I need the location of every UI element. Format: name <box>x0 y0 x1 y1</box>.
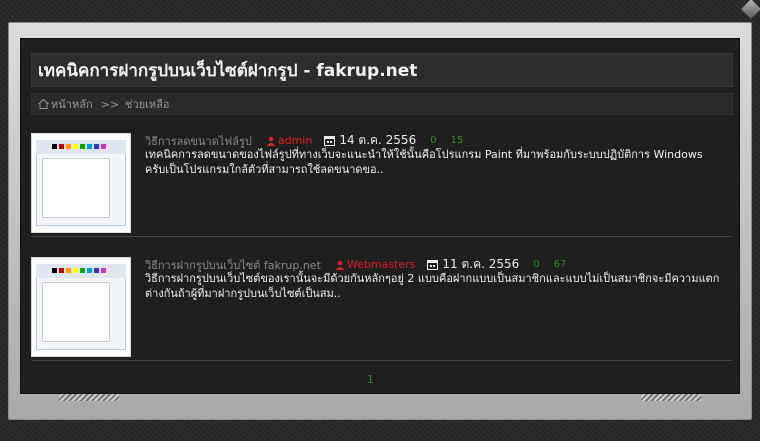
article-author-name: Webmasters <box>346 258 416 271</box>
user-icon <box>335 260 345 270</box>
content-panel: เทคนิคการฝากรูปบนเว็บไซต์ฝากรูป - fakrup… <box>20 38 740 394</box>
article-excerpt: เทคนิคการลดขนาดของไฟล์รูปที่ทางเว็บจะแนะ… <box>145 148 703 176</box>
divider <box>31 236 733 237</box>
frame-decoration <box>59 393 119 401</box>
article-item: วิธีการฝากรูปบนเว็บไซต์ fakrup.net Webma… <box>31 255 733 365</box>
page-title: เทคนิคการฝากรูปบนเว็บไซต์ฝากรูป - fakrup… <box>38 60 418 81</box>
article-thumbnail[interactable] <box>31 133 131 233</box>
breadcrumb-home-link[interactable]: หน้าหลัก <box>51 95 93 113</box>
article-excerpt: วิธีการฝากรูปบนเว็บไซต์ของเรานั้นจะมีด้ว… <box>145 272 720 300</box>
frame-decoration <box>641 393 701 401</box>
article-count-b: 15 <box>450 135 464 146</box>
breadcrumb: หน้าหลัก >> ช่วยเหลือ <box>31 93 733 115</box>
article-author-name: admin <box>277 134 313 147</box>
article-count-a: 0 <box>533 259 540 270</box>
calendar-icon <box>324 136 336 146</box>
calendar-icon <box>427 260 439 270</box>
user-icon <box>266 136 276 146</box>
breadcrumb-current[interactable]: ช่วยเหลือ <box>125 95 169 113</box>
page-title-bar: เทคนิคการฝากรูปบนเว็บไซต์ฝากรูป - fakrup… <box>31 53 733 87</box>
article-thumbnail[interactable] <box>31 257 131 357</box>
corner-ornament <box>741 0 760 19</box>
breadcrumb-separator: >> <box>100 97 120 111</box>
article-item: วิธีการลดขนาดไฟล์รูป admin 14 ต.ค. 2556 … <box>31 131 733 241</box>
article-author[interactable]: admin <box>266 134 312 147</box>
home-icon <box>38 99 49 109</box>
pagination-current-page[interactable]: 1 <box>367 373 374 386</box>
article-count-b: 67 <box>553 259 567 270</box>
divider <box>31 360 733 361</box>
article-author[interactable]: Webmasters <box>335 258 416 271</box>
article-count-a: 0 <box>430 135 437 146</box>
